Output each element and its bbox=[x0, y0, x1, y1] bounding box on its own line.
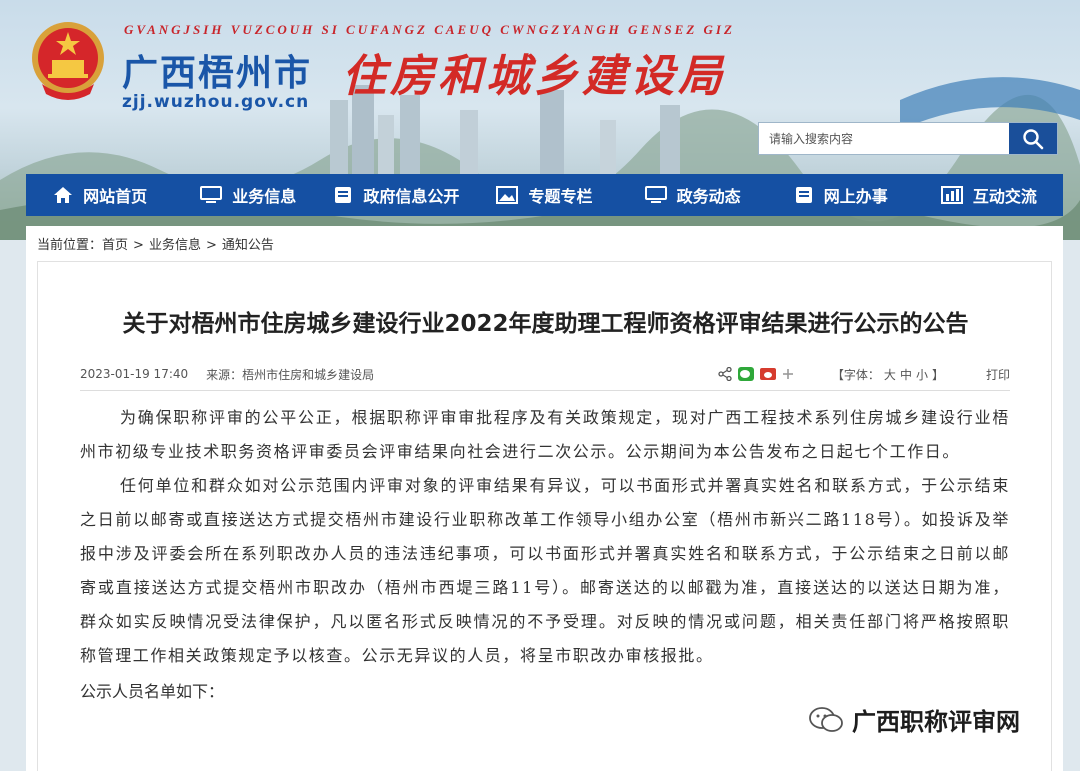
nav-item-government-news[interactable]: 政务动态 bbox=[619, 174, 767, 216]
watermark-text: 广西职称评审网 bbox=[852, 708, 1020, 736]
article-paragraph: 任何单位和群众如对公示范围内评审对象的评审结果有异议，可以书面形式并署真实姓名和… bbox=[80, 476, 1010, 665]
national-emblem-icon bbox=[32, 22, 104, 100]
nav-item-special-topics[interactable]: 专题专栏 bbox=[470, 174, 618, 216]
weibo-icon[interactable] bbox=[759, 367, 776, 381]
site-url: zjj.wuzhou.gov.cn bbox=[122, 92, 310, 112]
romanized-title: GVANGJSIH VUZCOUH SI CUFANGZ CAEUQ CWNGZ… bbox=[124, 22, 735, 37]
nav-item-gov-info-disclosure[interactable]: 政府信息公开 bbox=[322, 174, 470, 216]
font-control-close: 】 bbox=[931, 367, 944, 382]
wechat-logo-icon bbox=[808, 706, 844, 734]
article-meta: 2023-01-19 17:40 来源：梧州市住房和城乡建设局 【字体： 大中小】… bbox=[80, 366, 1010, 382]
search-icon bbox=[1023, 128, 1044, 149]
bar-chart-icon bbox=[940, 186, 963, 204]
font-size-control: 【字体： 大中小】 bbox=[830, 366, 946, 383]
meta-divider bbox=[80, 390, 1010, 391]
breadcrumb-prefix: 当前位置： bbox=[37, 238, 103, 253]
share-buttons bbox=[718, 367, 794, 381]
content-area: 当前位置：首页 > 业务信息 > 通知公告 关于对梧州市住房城乡建设行业2022年度助理… bbox=[26, 226, 1063, 771]
breadcrumb-separator: > bbox=[133, 238, 144, 253]
nav-item-label: 政府信息公开 bbox=[363, 187, 460, 206]
nav-item-label: 业务信息 bbox=[232, 187, 297, 206]
breadcrumb-link-notices[interactable]: 通知公告 bbox=[222, 238, 274, 253]
department-name: 住房和城乡建设局 bbox=[342, 51, 726, 102]
home-icon bbox=[53, 186, 73, 204]
nav-item-label: 政务动态 bbox=[676, 187, 741, 206]
font-size-large[interactable]: 大 bbox=[884, 368, 896, 382]
nav-item-home[interactable]: 网站首页 bbox=[26, 174, 174, 216]
font-size-medium[interactable]: 中 bbox=[900, 368, 912, 382]
monitor-icon bbox=[644, 186, 667, 204]
breadcrumb-separator: > bbox=[205, 238, 217, 253]
nav-item-label: 互动交流 bbox=[972, 187, 1037, 206]
print-link[interactable]: 打印 bbox=[986, 366, 1010, 383]
search-bar bbox=[758, 122, 1058, 155]
image-icon bbox=[496, 186, 519, 204]
nav-item-online-services[interactable]: 网上办事 bbox=[767, 174, 915, 216]
breadcrumb: 当前位置：首页 > 业务信息 > 通知公告 bbox=[37, 234, 274, 253]
nav-item-label: 专题专栏 bbox=[528, 187, 593, 206]
nav-item-interaction[interactable]: 互动交流 bbox=[915, 174, 1063, 216]
breadcrumb-link-business-info[interactable]: 业务信息 bbox=[149, 238, 201, 253]
breadcrumb-link-home[interactable]: 首页 bbox=[102, 238, 128, 253]
publish-date: 2023-01-19 17:40 bbox=[80, 367, 189, 381]
search-input[interactable] bbox=[759, 123, 1009, 154]
wechat-watermark: 广西职称评审网 bbox=[808, 702, 1020, 737]
article-source: 来源：梧州市住房和城乡建设局 bbox=[206, 367, 375, 382]
monitor-icon bbox=[200, 186, 223, 204]
font-control-label: 【字体： bbox=[831, 367, 880, 382]
nav-item-business-info[interactable]: 业务信息 bbox=[174, 174, 322, 216]
nav-item-label: 网站首页 bbox=[83, 187, 148, 206]
main-nav: 网站首页 业务信息 政府信息公开 专题专栏 政务动态 网上办事 互动交流 bbox=[26, 174, 1063, 216]
font-size-small[interactable]: 小 bbox=[916, 368, 928, 382]
city-name: 广西梧州市 bbox=[122, 53, 313, 94]
article-title: 关于对梧州市住房城乡建设行业2022年度助理工程师资格评审结果进行公示的公告 bbox=[122, 311, 969, 337]
document-icon bbox=[333, 186, 353, 204]
share-icon[interactable] bbox=[718, 367, 732, 381]
more-share-icon[interactable] bbox=[782, 368, 794, 380]
wechat-icon[interactable] bbox=[737, 367, 754, 381]
article-body: 为确保职称评审的公平公正，根据职称评审审批程序及有关政策规定，现对广西工程技术系… bbox=[80, 401, 1010, 709]
document-icon bbox=[794, 186, 814, 204]
article-container: 关于对梧州市住房城乡建设行业2022年度助理工程师资格评审结果进行公示的公告 2… bbox=[37, 261, 1052, 771]
article-paragraph: 为确保职称评审的公平公正，根据职称评审审批程序及有关政策规定，现对广西工程技术系… bbox=[80, 408, 1010, 461]
nav-item-label: 网上办事 bbox=[823, 187, 888, 206]
search-button[interactable] bbox=[1009, 123, 1057, 154]
